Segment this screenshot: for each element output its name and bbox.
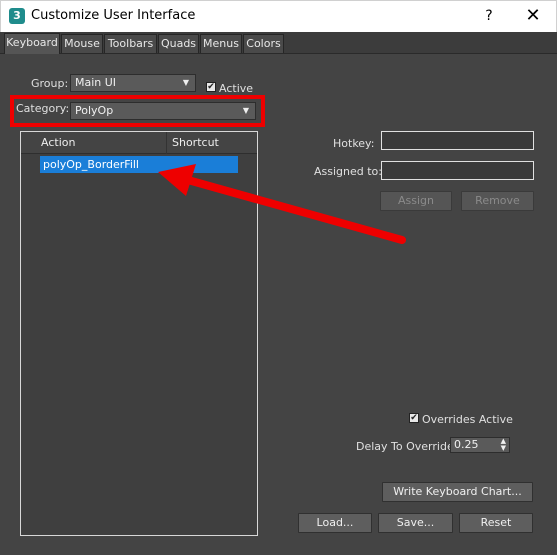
write-keyboard-chart-button[interactable]: Write Keyboard Chart...: [382, 482, 533, 502]
title-bar: 3 Customize User Interface ? ✕: [0, 0, 557, 32]
hotkey-label: Hotkey:: [333, 137, 375, 150]
tab-quads[interactable]: Quads: [158, 34, 199, 53]
overrides-active-checkbox[interactable]: ✔: [409, 413, 419, 423]
remove-button[interactable]: Remove: [461, 191, 534, 211]
reset-button[interactable]: Reset: [459, 513, 533, 533]
category-highlight-box: [10, 95, 265, 127]
close-icon: ✕: [525, 5, 541, 26]
close-button[interactable]: ✕: [521, 5, 545, 27]
app-icon: 3: [9, 8, 25, 24]
load-button[interactable]: Load...: [298, 513, 372, 533]
arrow-head: [158, 164, 196, 196]
tab-mouse[interactable]: Mouse: [61, 34, 103, 53]
group-dropdown[interactable]: Main UI ▼: [70, 74, 196, 92]
help-button[interactable]: ?: [479, 6, 499, 26]
spinner-arrows-icon[interactable]: ▲ ▼: [501, 438, 506, 452]
column-header-shortcut[interactable]: Shortcut: [166, 132, 239, 154]
group-label: Group:: [31, 77, 69, 90]
arrow-shaft: [184, 176, 406, 244]
tab-menus[interactable]: Menus: [200, 34, 242, 53]
chevron-down-icon: ▼: [182, 78, 189, 87]
window-title: Customize User Interface: [31, 8, 196, 23]
active-label: Active: [219, 82, 254, 95]
group-value: Main UI: [75, 76, 117, 89]
overrides-active-label: Overrides Active: [422, 413, 513, 426]
tab-keyboard[interactable]: Keyboard: [4, 33, 60, 54]
delay-value: 0.25: [454, 438, 479, 451]
tab-toolbars[interactable]: Toolbars: [104, 34, 157, 53]
save-button[interactable]: Save...: [378, 513, 453, 533]
delay-to-override-label: Delay To Override:: [356, 440, 458, 453]
list-header: Action Shortcut: [21, 132, 257, 154]
column-header-action[interactable]: Action: [21, 132, 166, 154]
delay-to-override-spinner[interactable]: 0.25 ▲ ▼: [450, 437, 510, 453]
red-arrow-annotation: [158, 164, 406, 244]
hotkey-input[interactable]: [381, 131, 534, 150]
tab-colors[interactable]: Colors: [243, 34, 284, 53]
active-checkbox[interactable]: ✔: [206, 82, 216, 92]
tab-bar: Keyboard Mouse Toolbars Quads Menus Colo…: [0, 32, 557, 54]
